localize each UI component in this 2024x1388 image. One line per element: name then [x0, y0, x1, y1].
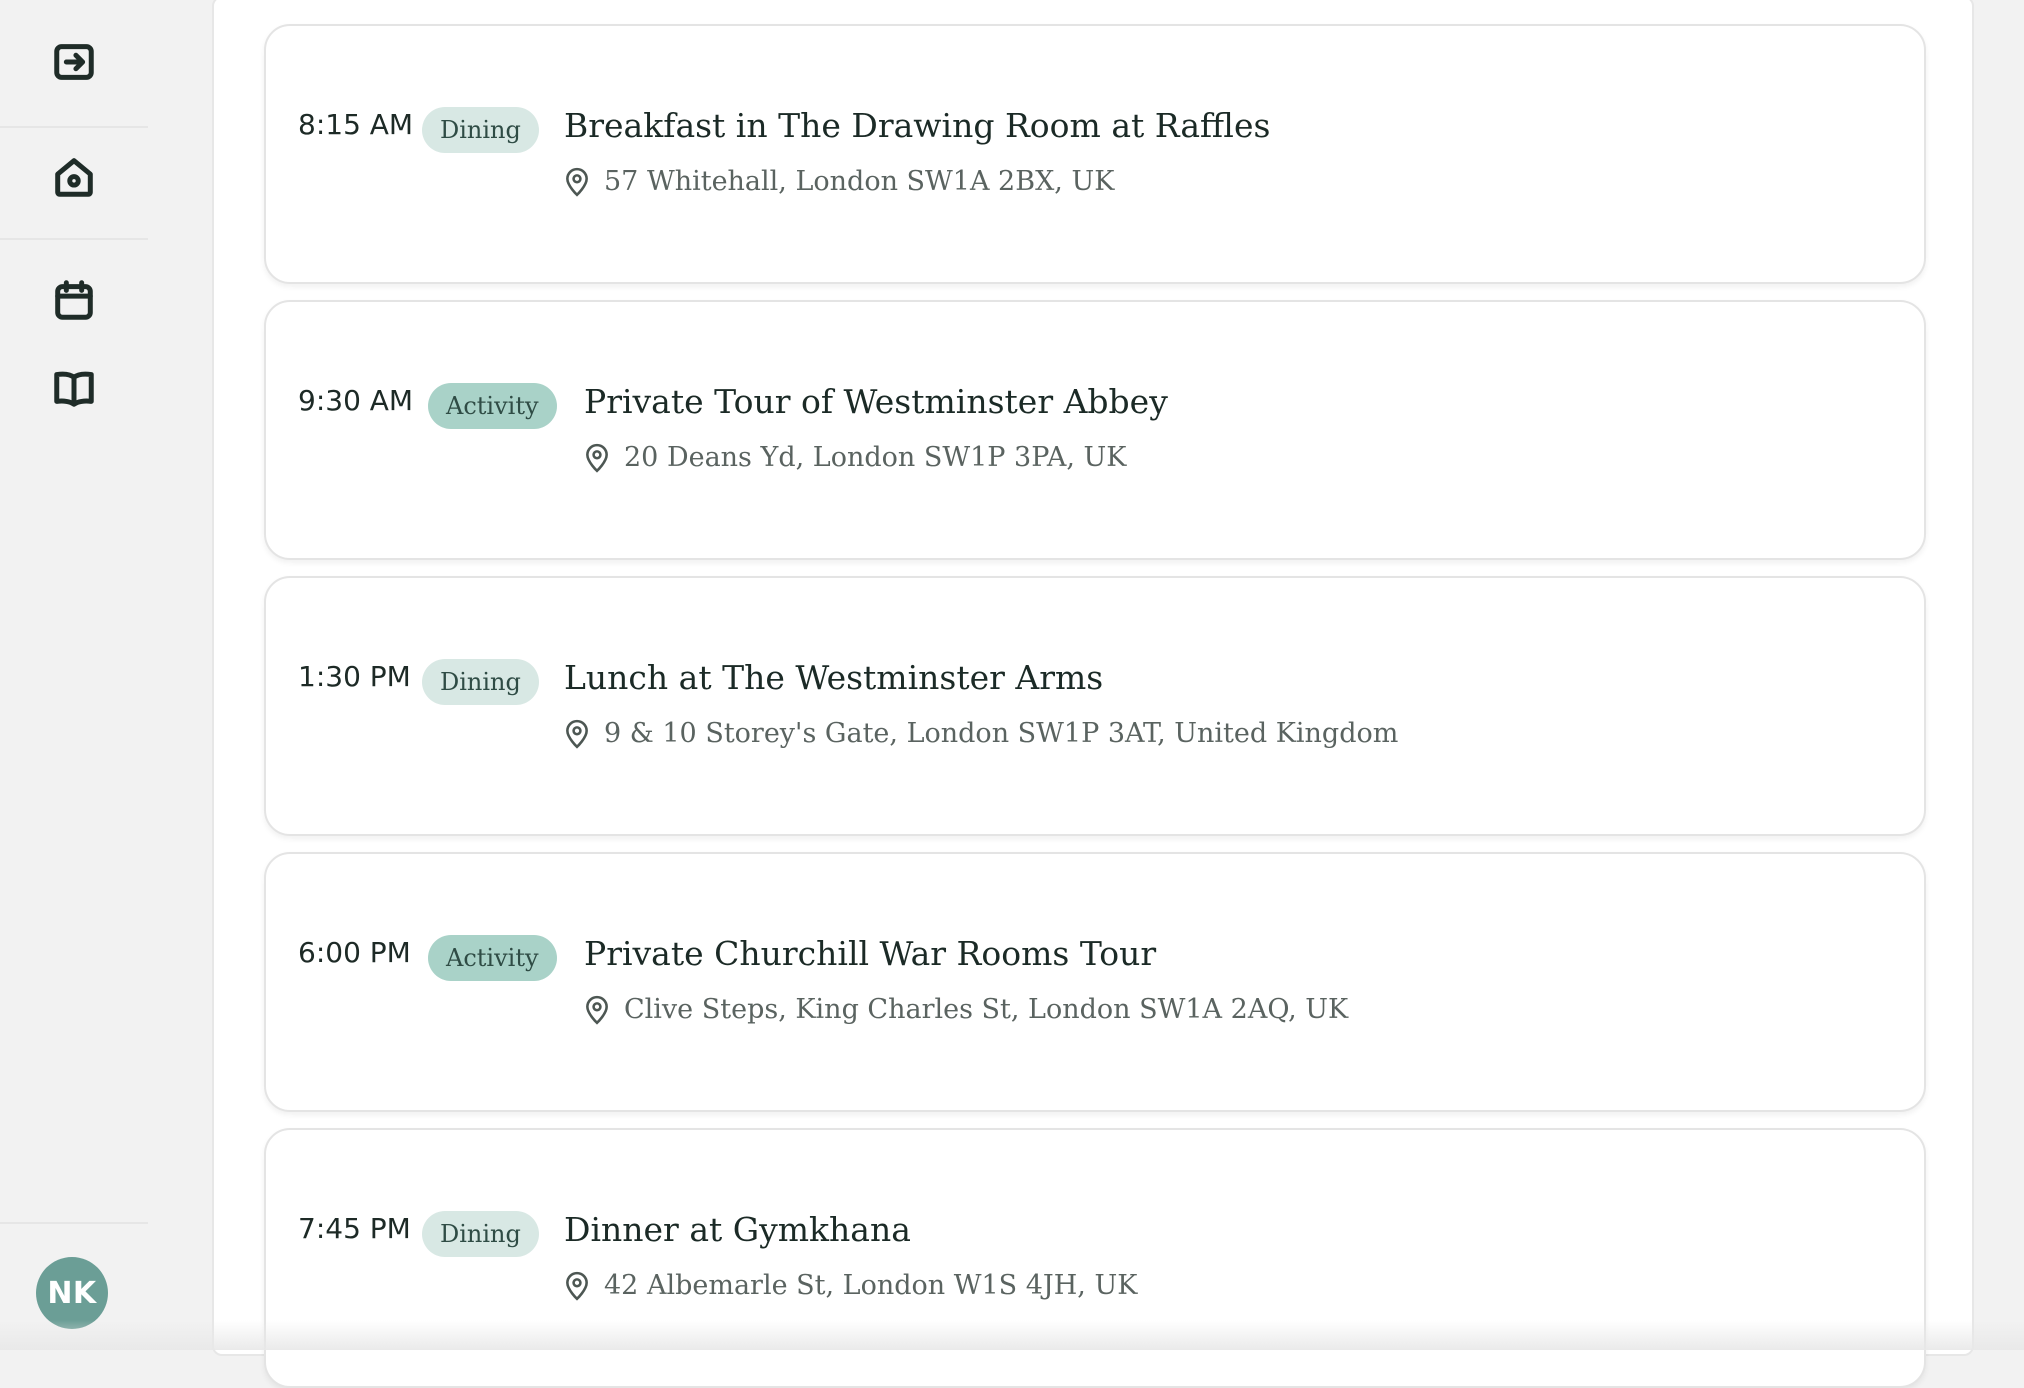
event-title: Private Tour of Westminster Abbey [584, 382, 1168, 421]
address-text: 9 & 10 Storey's Gate, London SW1P 3AT, U… [604, 718, 1398, 749]
sidebar-divider [0, 1222, 148, 1224]
home-icon [51, 154, 97, 200]
category-badge: Dining [422, 1211, 539, 1257]
event-address: 42 Albemarle St, London W1S 4JH, UK [564, 1270, 1137, 1301]
location-pin-icon [564, 719, 590, 749]
category-badge: Dining [422, 107, 539, 153]
event-time: 1:30 PM [298, 660, 411, 693]
exit-icon [51, 39, 97, 85]
event-address: 20 Deans Yd, London SW1P 3PA, UK [584, 442, 1126, 473]
event-time: 9:30 AM [298, 384, 413, 417]
guide-button[interactable] [0, 356, 148, 420]
category-badge: Activity [428, 383, 557, 429]
book-icon [51, 365, 97, 411]
sidebar-divider [0, 126, 148, 128]
location-pin-icon [584, 443, 610, 473]
sidebar-divider [0, 238, 148, 240]
event-address: 9 & 10 Storey's Gate, London SW1P 3AT, U… [564, 718, 1398, 749]
avatar-initials: NK [47, 1276, 96, 1311]
event-address: Clive Steps, King Charles St, London SW1… [584, 994, 1348, 1025]
event-title: Breakfast in The Drawing Room at Raffles [564, 106, 1271, 145]
home-button[interactable] [0, 145, 148, 209]
event-title: Dinner at Gymkhana [564, 1210, 911, 1249]
itinerary-card[interactable]: 8:15 AM Dining Breakfast in The Drawing … [264, 24, 1926, 284]
event-time: 8:15 AM [298, 108, 413, 141]
event-title: Private Churchill War Rooms Tour [584, 934, 1156, 973]
avatar[interactable]: NK [36, 1257, 108, 1329]
scroll-fade [0, 1320, 2024, 1350]
location-pin-icon [564, 1271, 590, 1301]
calendar-icon [51, 277, 97, 323]
category-badge: Dining [422, 659, 539, 705]
itinerary-card[interactable]: 9:30 AM Activity Private Tour of Westmin… [264, 300, 1926, 560]
event-time: 7:45 PM [298, 1212, 411, 1245]
address-text: 42 Albemarle St, London W1S 4JH, UK [604, 1270, 1137, 1301]
exit-button[interactable] [0, 30, 148, 94]
event-address: 57 Whitehall, London SW1A 2BX, UK [564, 166, 1114, 197]
location-pin-icon [564, 167, 590, 197]
address-text: Clive Steps, King Charles St, London SW1… [624, 994, 1348, 1025]
sidebar: NK [0, 0, 148, 1350]
event-title: Lunch at The Westminster Arms [564, 658, 1103, 697]
itinerary-panel: 8:15 AM Dining Breakfast in The Drawing … [212, 0, 1974, 1356]
category-badge: Activity [428, 935, 557, 981]
address-text: 20 Deans Yd, London SW1P 3PA, UK [624, 442, 1126, 473]
address-text: 57 Whitehall, London SW1A 2BX, UK [604, 166, 1114, 197]
location-pin-icon [584, 995, 610, 1025]
itinerary-card[interactable]: 6:00 PM Activity Private Churchill War R… [264, 852, 1926, 1112]
calendar-button[interactable] [0, 268, 148, 332]
event-time: 6:00 PM [298, 936, 411, 969]
itinerary-card[interactable]: 1:30 PM Dining Lunch at The Westminster … [264, 576, 1926, 836]
